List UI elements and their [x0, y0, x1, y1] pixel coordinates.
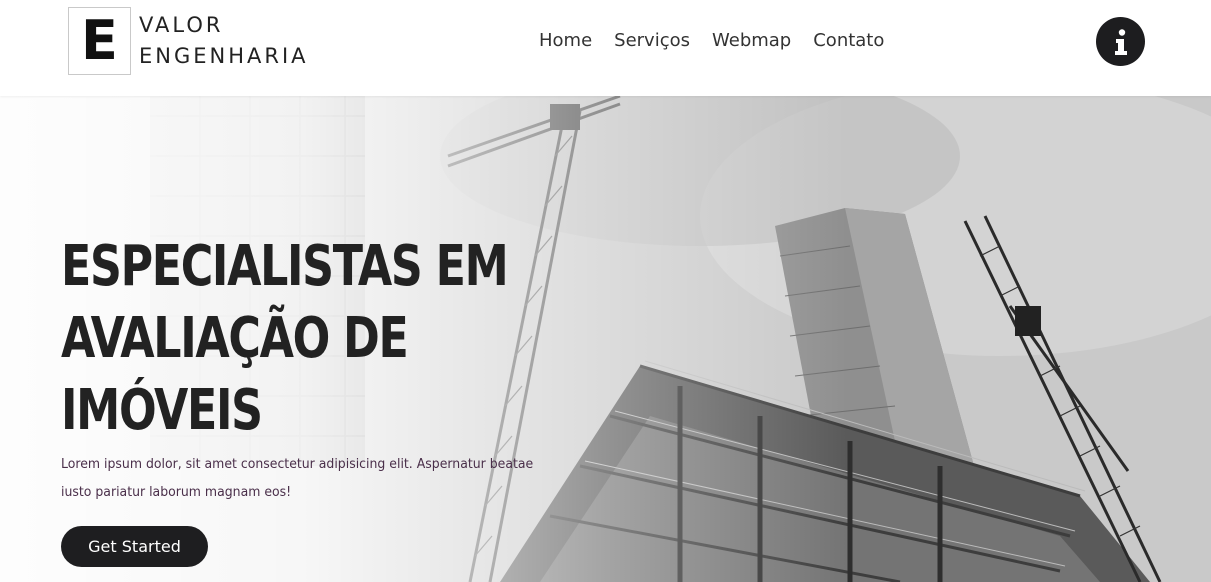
logo-mark: E: [68, 7, 131, 75]
nav-servicos[interactable]: Serviços: [614, 28, 690, 54]
nav-contato[interactable]: Contato: [813, 28, 884, 54]
logo-line-2: ENGENHARIA: [139, 44, 309, 68]
hero-description-line-2: iusto pariatur laborum magnam eos!: [61, 485, 292, 500]
get-started-button[interactable]: Get Started: [61, 526, 208, 567]
info-button[interactable]: [1096, 17, 1145, 66]
hero-title-line-3: IMÓVEIS: [61, 378, 263, 443]
nav-webmap[interactable]: Webmap: [712, 28, 791, 54]
site-header: E VALOR ENGENHARIA Home Serviços Webmap …: [0, 0, 1211, 96]
logo-wordmark: VALOR ENGENHARIA: [139, 10, 309, 72]
logo[interactable]: E VALOR ENGENHARIA: [68, 7, 309, 75]
hero-section: ESPECIALISTAS EM AVALIAÇÃO DE IMÓVEIS Lo…: [0, 96, 1211, 582]
hero-description-line-1: Lorem ipsum dolor, sit amet consectetur …: [61, 457, 534, 472]
info-icon: [1114, 28, 1127, 55]
hero-title: ESPECIALISTAS EM AVALIAÇÃO DE IMÓVEIS: [61, 231, 554, 447]
hero-title-line-1: ESPECIALISTAS EM: [61, 234, 509, 299]
main-nav: Home Serviços Webmap Contato: [539, 28, 906, 54]
nav-home[interactable]: Home: [539, 28, 592, 54]
logo-letter: E: [81, 9, 118, 72]
hero-title-line-2: AVALIAÇÃO DE: [61, 306, 409, 371]
hero-description: Lorem ipsum dolor, sit amet consectetur …: [61, 451, 541, 507]
logo-line-1: VALOR: [139, 13, 224, 37]
